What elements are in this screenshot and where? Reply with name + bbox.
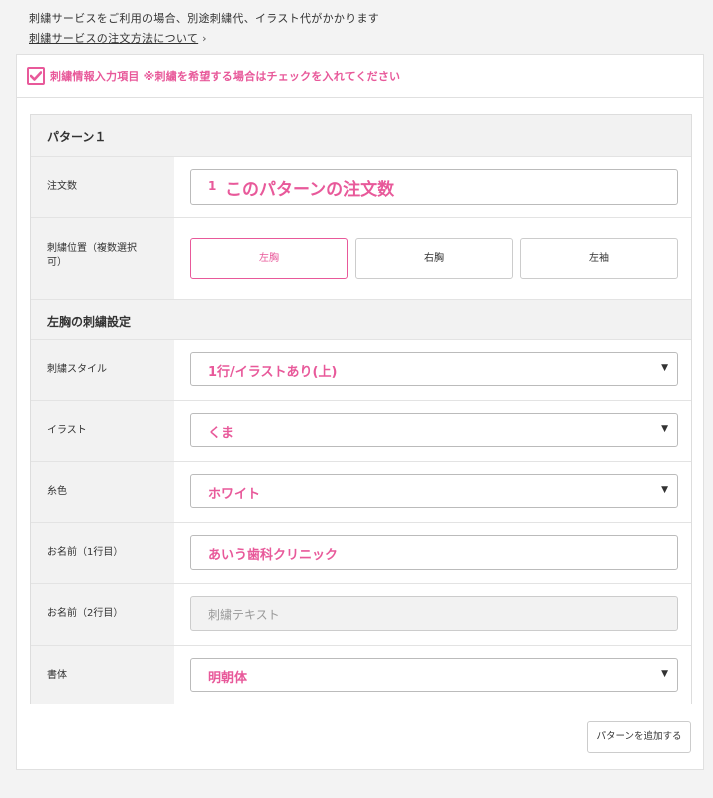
illustration-label: イラスト	[47, 425, 87, 436]
embroidery-checkbox-label: 刺繍情報入力項目 ※刺繍を希望する場合はチェックを入れてください	[50, 70, 401, 83]
chevron-down-icon: ▼	[661, 363, 668, 373]
font-row: 書体 明朝体 ▼	[31, 646, 691, 704]
position-row: 刺繍位置（複数選択 可） 左胸 右胸 左袖	[31, 218, 691, 300]
name2-input[interactable]: 刺繍テキスト	[190, 596, 678, 631]
style-row: 刺繍スタイル 1行/イラストあり(上) ▼	[31, 340, 691, 401]
embroidery-card: 刺繍情報入力項目 ※刺繍を希望する場合はチェックを入れてください パターン１ 注…	[16, 54, 704, 770]
quantity-label: 注文数	[47, 181, 77, 192]
position-right-chest-button[interactable]: 右胸	[355, 238, 513, 279]
position-left-chest-button[interactable]: 左胸	[190, 238, 348, 279]
chevron-down-icon: ▼	[661, 485, 668, 495]
name2-placeholder: 刺繍テキスト	[208, 608, 280, 622]
illustration-select[interactable]: くま ▼	[190, 413, 678, 447]
font-label: 書体	[47, 670, 67, 681]
check-icon	[30, 71, 42, 81]
style-label: 刺繍スタイル	[47, 364, 107, 375]
illustration-row: イラスト くま ▼	[31, 401, 691, 462]
style-select[interactable]: 1行/イラストあり(上) ▼	[190, 352, 678, 386]
font-select[interactable]: 明朝体 ▼	[190, 658, 678, 692]
name2-label: お名前（2行目）	[47, 608, 124, 619]
embroidery-fee-notice: 刺繍サービスをご利用の場合、別途刺繍代、イラスト代がかかります	[29, 12, 380, 25]
embroidery-check-row: 刺繍情報入力項目 ※刺繍を希望する場合はチェックを入れてください	[17, 55, 703, 98]
name1-value: あいう歯科クリニック	[208, 548, 339, 563]
style-value: 1行/イラストあり(上)	[208, 365, 338, 380]
quantity-row: 注文数 1 このパターンの注文数	[31, 157, 691, 218]
quantity-value: 1	[208, 179, 217, 193]
name2-row: お名前（2行目） 刺繍テキスト	[31, 584, 691, 646]
order-method-link-label: 刺繍サービスの注文方法について	[29, 32, 199, 45]
chevron-down-icon: ▼	[661, 424, 668, 434]
embroidery-checkbox[interactable]	[27, 67, 45, 85]
quantity-input[interactable]: 1 このパターンの注文数	[190, 169, 678, 205]
order-method-link[interactable]: 刺繍サービスの注文方法について ›	[29, 30, 207, 46]
thread-color-row: 糸色 ホワイト ▼	[31, 462, 691, 523]
chevron-down-icon: ▼	[661, 669, 668, 679]
settings-title: 左胸の刺繍設定	[47, 315, 132, 329]
pattern-title: パターン１	[47, 130, 107, 144]
illustration-value: くま	[208, 426, 235, 441]
add-pattern-button[interactable]: パターンを追加する	[587, 721, 691, 753]
pattern-panel: パターン１ 注文数 1 このパターンの注文数 刺繍位置（複数選択 可） 左胸 右胸…	[30, 114, 692, 704]
font-value: 明朝体	[208, 671, 248, 686]
name1-input[interactable]: あいう歯科クリニック	[190, 535, 678, 570]
pattern-title-row: パターン１	[31, 115, 691, 157]
thread-color-label: 糸色	[47, 486, 67, 497]
position-left-sleeve-button[interactable]: 左袖	[520, 238, 678, 279]
chevron-right-icon: ›	[202, 32, 207, 45]
name1-row: お名前（1行目） あいう歯科クリニック	[31, 523, 691, 584]
quantity-placeholder: このパターンの注文数	[225, 180, 395, 200]
settings-title-row: 左胸の刺繍設定	[31, 300, 691, 340]
thread-color-select[interactable]: ホワイト ▼	[190, 474, 678, 508]
position-label: 刺繍位置（複数選択 可）	[47, 243, 137, 268]
name1-label: お名前（1行目）	[47, 547, 124, 558]
thread-color-value: ホワイト	[208, 487, 261, 502]
